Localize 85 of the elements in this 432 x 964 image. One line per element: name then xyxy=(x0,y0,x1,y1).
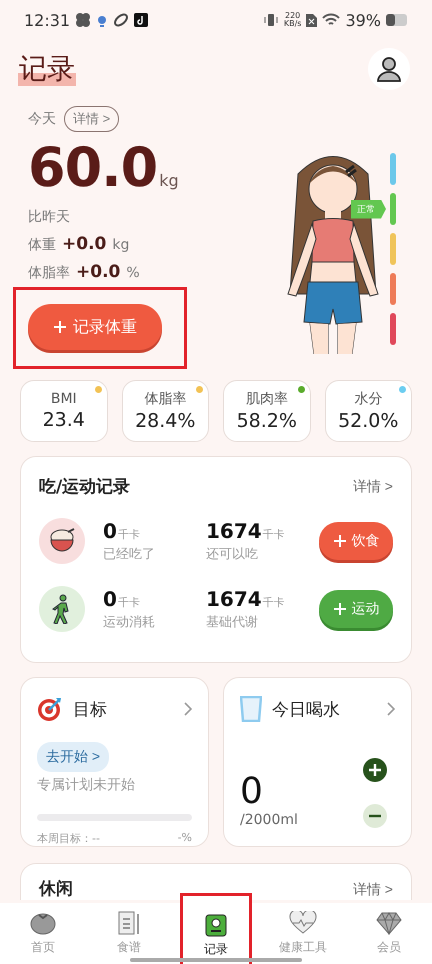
card-title: 今日喝水 xyxy=(272,698,341,720)
nav-tab[interactable]: 记录 xyxy=(180,893,252,964)
metric-value: 58.2% xyxy=(236,410,297,432)
card-title: 休闲 xyxy=(39,878,73,900)
change-unit: % xyxy=(126,265,140,281)
diamond-icon xyxy=(376,911,402,935)
fan-icon xyxy=(75,12,92,28)
network-speed: 220 KB/s xyxy=(284,12,302,28)
battery-percent: 39% xyxy=(345,10,381,30)
chevron-right-icon xyxy=(387,702,395,716)
calorie-unit: 千卡 xyxy=(118,527,140,542)
compare-label: 比昨天 xyxy=(28,208,71,226)
change-unit: kg xyxy=(112,237,130,253)
stat-label: 已经吃了 xyxy=(103,546,156,563)
details-link[interactable]: 详情 > xyxy=(352,478,393,496)
profile-button[interactable] xyxy=(368,48,410,90)
vibrate-icon xyxy=(262,13,279,27)
calorie-unit: 千卡 xyxy=(118,595,140,610)
water-glass-icon xyxy=(240,696,262,722)
add-water-button[interactable] xyxy=(363,758,387,782)
chevron-right-icon xyxy=(184,702,192,716)
metric-label: 肌肉率 xyxy=(246,390,288,408)
goal-card[interactable]: 目标 去开始 > 专属计划未开始 本周目标：-- -% xyxy=(20,677,209,847)
card-title: 目标 xyxy=(73,698,108,720)
metric-card[interactable]: 水分 52.0% xyxy=(324,380,412,442)
goal-percent: -% xyxy=(178,831,192,846)
details-link[interactable]: 详情 > xyxy=(352,878,393,900)
plus-icon xyxy=(53,320,67,334)
plan-status: 专属计划未开始 xyxy=(37,776,136,794)
status-tag: 正常 xyxy=(351,200,386,218)
metric-label: 体脂率 xyxy=(144,390,186,408)
stat-label: 还可以吃 xyxy=(206,546,259,563)
record-weight-button[interactable]: 记录体重 xyxy=(28,304,162,350)
card-title: 吃/运动记录 xyxy=(39,476,130,498)
water-target: /2000ml xyxy=(240,812,298,828)
metric-value: 28.4% xyxy=(135,410,196,432)
metric-card[interactable]: 肌肉率 58.2% xyxy=(223,380,310,442)
start-button[interactable]: 去开始 > xyxy=(37,742,110,772)
metric-card[interactable]: 体脂率 28.4% xyxy=(122,380,209,442)
stat-label: 基础代谢 xyxy=(206,614,259,631)
minus-icon xyxy=(368,814,382,818)
add-food-button[interactable]: 饮食 xyxy=(319,522,393,560)
plus-icon xyxy=(332,602,346,616)
calorie-unit: 千卡 xyxy=(262,595,285,610)
scale-icon xyxy=(205,912,227,936)
details-button[interactable]: 详情 > xyxy=(64,106,120,132)
add-exercise-button[interactable]: 运动 xyxy=(319,590,393,628)
metric-value: 52.0% xyxy=(338,410,398,432)
remove-water-button[interactable] xyxy=(363,804,387,828)
calorie-value: 0 xyxy=(103,519,117,543)
stat-label: 运动消耗 xyxy=(103,614,156,631)
metric-value: 23.4 xyxy=(42,409,85,431)
battery-icon xyxy=(386,14,408,26)
water-card[interactable]: 今日喝水 0 /2000ml xyxy=(223,677,412,847)
tomato-icon xyxy=(30,911,56,935)
wifi-icon xyxy=(322,13,340,27)
music-app-icon xyxy=(134,13,148,27)
weekly-goal: 本周目标：-- xyxy=(37,831,100,846)
change-value: +0.0 xyxy=(62,234,106,254)
page-title: 记录 xyxy=(18,52,76,86)
metric-label: 水分 xyxy=(354,390,382,408)
person-icon xyxy=(375,55,403,83)
plus-icon xyxy=(368,763,382,777)
nav-tab[interactable]: 食谱 xyxy=(86,903,172,964)
calorie-value: 0 xyxy=(103,587,117,611)
sim-icon xyxy=(306,13,318,27)
calorie-value: 1674 xyxy=(206,587,262,611)
weight-unit: kg xyxy=(159,171,179,190)
clock-time: 12:31 xyxy=(24,10,70,30)
day-label: 今天 xyxy=(28,110,56,128)
calorie-value: 1674 xyxy=(206,519,262,543)
target-icon xyxy=(37,696,63,722)
recipe-icon xyxy=(118,911,140,935)
weight-value: 60.0 xyxy=(28,138,158,198)
change-label: 体重 xyxy=(28,236,56,254)
change-value: +0.0 xyxy=(76,262,120,282)
calorie-unit: 千卡 xyxy=(262,527,285,542)
water-amount: 0 xyxy=(240,772,264,812)
metric-label: BMI xyxy=(50,391,77,407)
change-label: 体脂率 xyxy=(28,264,70,282)
nav-tab[interactable]: 会员 xyxy=(346,903,432,964)
heart-pulse-icon xyxy=(289,911,317,935)
metric-card[interactable]: BMI 23.4 xyxy=(20,380,108,442)
plus-icon xyxy=(332,534,346,548)
food-bowl-icon xyxy=(48,528,76,554)
